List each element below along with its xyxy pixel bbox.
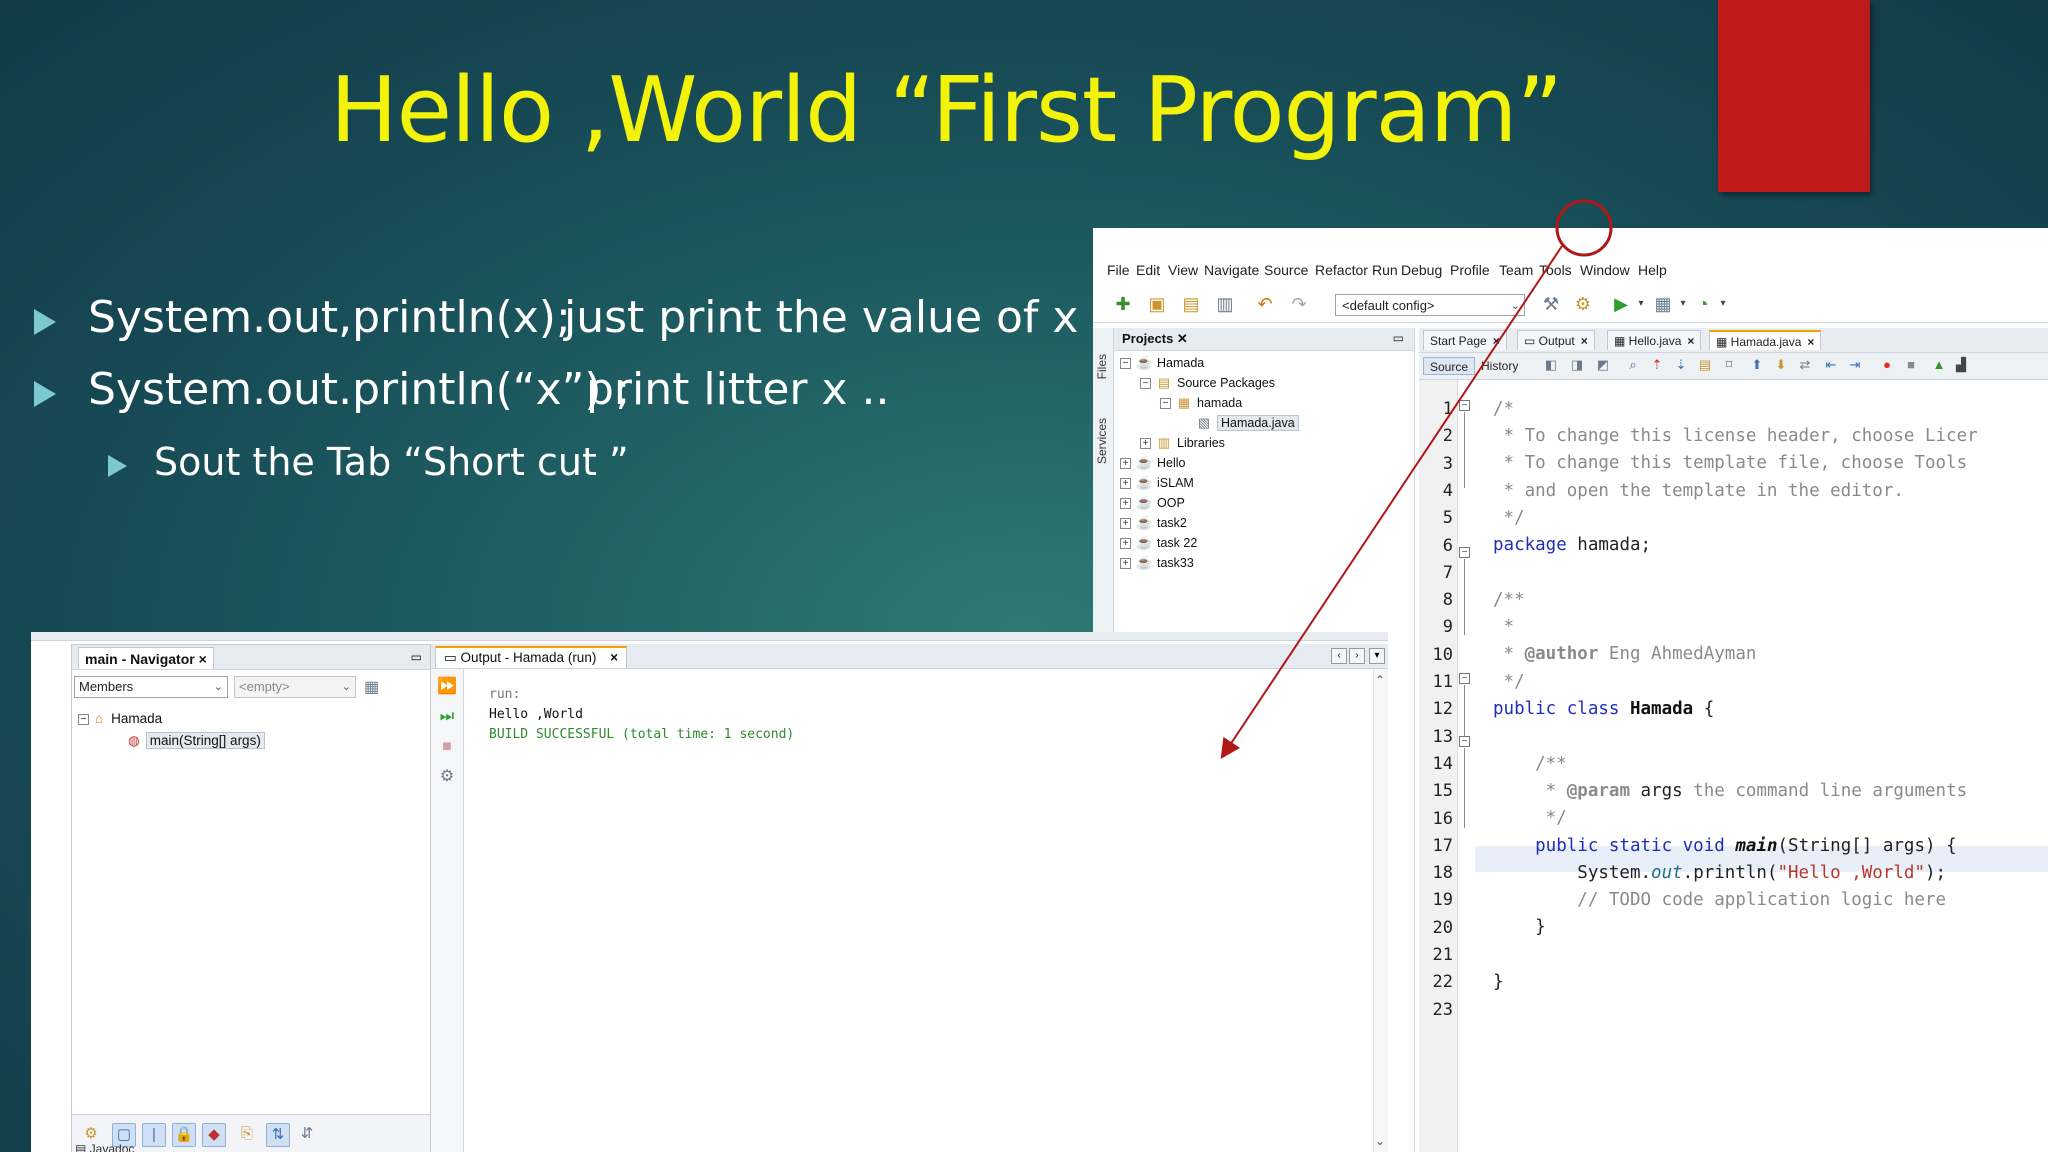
annotation-arrow bbox=[1220, 245, 1563, 759]
annotation-circle bbox=[1555, 199, 1613, 257]
annotation-overlay bbox=[1220, 199, 1613, 759]
